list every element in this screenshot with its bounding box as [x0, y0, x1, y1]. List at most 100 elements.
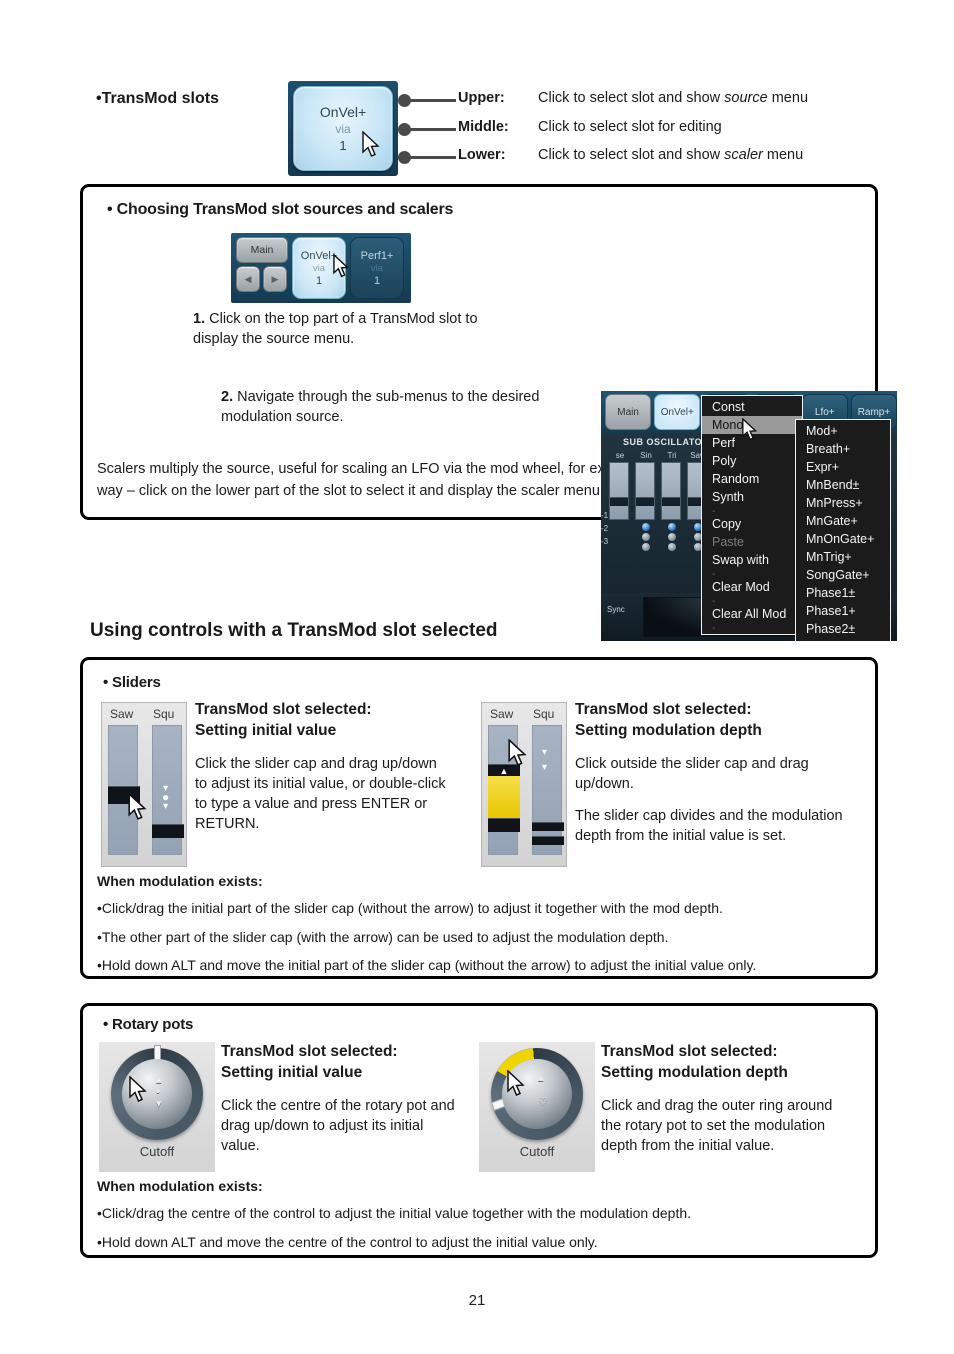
submenu-item-mnongate[interactable]: MnOnGate+ — [796, 530, 890, 548]
slider-track[interactable] — [661, 462, 681, 520]
synth-screenshot: Main OnVel+ Perf1+ Perf2+ Lfo+ Ramp+ SUB… — [601, 391, 897, 641]
sliders-note-3: Hold down ALT and move the initial part … — [97, 957, 872, 975]
mono-submenu[interactable]: Mod+ Breath+ Expr+ MnBend± MnPress+ MnGa… — [795, 419, 891, 641]
slider-track[interactable] — [635, 462, 655, 520]
octave-number-2: -2 — [601, 524, 609, 533]
transmod-slot-strip[interactable]: Main ◀ ▶ OnVel+ via 1 Perf1+ via 1 — [231, 233, 411, 303]
page-number: 21 — [468, 1292, 486, 1309]
sub-osc-slider-sin[interactable]: Sin — [635, 451, 657, 551]
led-off-icon[interactable] — [668, 533, 676, 541]
led-off-icon[interactable] — [642, 533, 650, 541]
sub-osc-slider-tri[interactable]: Tri — [661, 451, 683, 551]
sliders-note-2: The other part of the slider cap (with t… — [97, 929, 872, 947]
menu-item-perf[interactable]: Perf — [702, 434, 802, 452]
transmod-slot-cap[interactable]: OnVel+ via 1 — [293, 86, 393, 171]
rotary-right-head-1: TransMod slot selected: — [601, 1043, 778, 1060]
led-on-icon[interactable] — [668, 523, 676, 531]
strip-slot-onvel[interactable]: OnVel+ via 1 — [292, 237, 350, 299]
menu-item-poly[interactable]: Poly — [702, 452, 802, 470]
source-context-menu[interactable]: Const Mono Perf Poly Random Synth - Copy… — [701, 395, 803, 635]
callout-text-lower: Click to select slot and show scaler men… — [538, 147, 803, 163]
slider-cap-lower-saw[interactable] — [488, 818, 520, 832]
sync-control[interactable]: Sync — [607, 599, 625, 617]
rotary-pots-title: Rotary pots — [103, 1016, 193, 1033]
led-off-icon[interactable] — [642, 543, 650, 551]
slider-cap-squ[interactable] — [152, 824, 184, 838]
callout-label-lower: Lower: — [458, 147, 506, 163]
rotary-left-head-1: TransMod slot selected: — [221, 1043, 398, 1060]
sliders-note-list: Click/drag the initial part of the slide… — [97, 900, 872, 975]
slider-cap[interactable] — [636, 497, 654, 506]
slider-cap-upper-saw[interactable]: ▲ — [488, 764, 520, 776]
menu-separator: - — [712, 506, 716, 517]
menu-separator: - — [712, 569, 716, 580]
submenu-item-phase1p[interactable]: Phase1+ — [796, 602, 890, 620]
sub-osc-slider-se[interactable]: se — [609, 451, 631, 551]
callout-line-lower — [408, 156, 456, 159]
slider-fig-label-saw: Saw — [490, 707, 514, 721]
slider-led-group[interactable] — [661, 523, 683, 551]
strip-slot-1-index: 1 — [373, 274, 381, 287]
submenu-item-expr[interactable]: Expr+ — [796, 458, 890, 476]
sync-label: Sync — [607, 605, 625, 614]
sliders-notes: When modulation exists: Click/drag the i… — [97, 873, 872, 975]
submenu-item-phase1pm[interactable]: Phase1± — [796, 584, 890, 602]
slider-cap[interactable] — [610, 497, 628, 506]
modulation-depth-band[interactable] — [488, 776, 520, 818]
submenu-item-mngate[interactable]: MnGate+ — [796, 512, 890, 530]
led-on-icon[interactable] — [642, 523, 650, 531]
submenu-item-mntrig[interactable]: MnTrig+ — [796, 548, 890, 566]
menu-item-random[interactable]: Random — [702, 470, 802, 488]
pot-label-cutoff: Cutoff — [519, 1144, 555, 1159]
led-off-icon[interactable] — [668, 543, 676, 551]
submenu-item-mnpress[interactable]: MnPress+ — [796, 494, 890, 512]
slider-fig-label-saw: Saw — [110, 707, 134, 721]
rotary-note-list: Click/drag the centre of the control to … — [97, 1205, 872, 1251]
strip-slot-1-via: via — [370, 262, 384, 274]
slider-fig-label-squ: Squ — [533, 707, 555, 721]
menu-item-mono[interactable]: Mono — [702, 416, 802, 434]
mod-arrows-icon: ▾ ▾ — [542, 747, 548, 773]
sliders-left-body: Click the slider cap and drag up/down to… — [195, 754, 450, 834]
transmod-slots-title: TransMod slots — [96, 90, 219, 108]
slider-track-saw[interactable] — [108, 725, 140, 855]
transmod-slot-button[interactable]: OnVel+ via 1 — [288, 81, 398, 176]
next-arrow-icon[interactable]: ▶ — [263, 266, 287, 292]
slider-track-saw[interactable]: ▲ — [488, 725, 520, 855]
slider-cap-squ-1[interactable] — [532, 822, 564, 831]
strip-slot-perf1[interactable]: Perf1+ via 1 — [350, 237, 404, 299]
menu-item-synth[interactable]: Synth — [702, 488, 802, 506]
callout-upper-em: source — [724, 90, 768, 106]
menu-item-swap-with[interactable]: Swap with — [702, 551, 802, 569]
slider-track-squ[interactable]: ▾ ● ▾ — [152, 725, 184, 855]
menu-separator: - — [712, 596, 716, 607]
menu-item-const[interactable]: Const — [702, 398, 802, 416]
submenu-item-phase2p[interactable]: Phase2+ — [796, 638, 890, 641]
screenshot-slot-main[interactable]: Main — [605, 394, 652, 430]
slider-track[interactable] — [609, 462, 629, 520]
submenu-item-mnbend[interactable]: MnBend± — [796, 476, 890, 494]
pot-centre[interactable] — [502, 1059, 572, 1129]
choosing-sources-box: Choosing TransMod slot sources and scale… — [80, 184, 897, 641]
prev-arrow-icon[interactable]: ◀ — [236, 266, 260, 292]
submenu-item-songgate[interactable]: SongGate+ — [796, 566, 890, 584]
step-2-number: 2. — [221, 389, 234, 405]
screenshot-slot-onvel[interactable]: OnVel+ — [654, 394, 701, 430]
slider-cap-saw[interactable] — [108, 786, 140, 804]
menu-item-clear-all-mod[interactable]: Clear All Mod — [702, 605, 802, 623]
sliders-when-mod-exists-label: When modulation exists: — [97, 873, 263, 889]
menu-item-clear-mod[interactable]: Clear Mod — [702, 578, 802, 596]
sliders-left-heading: TransMod slot selected: Setting initial … — [195, 700, 450, 742]
menu-item-copy[interactable]: Copy — [702, 515, 802, 533]
slider-track-squ[interactable]: ▾ ▾ — [532, 725, 564, 855]
slider-cap[interactable] — [662, 497, 680, 506]
main-button[interactable]: Main — [236, 237, 288, 263]
sliders-left-column: TransMod slot selected: Setting initial … — [195, 700, 450, 834]
step-2-text: Navigate through the sub-menus to the de… — [221, 389, 540, 425]
slider-led-group[interactable] — [635, 523, 657, 551]
slider-cap-squ-2[interactable] — [532, 836, 564, 845]
mod-arrows-icon: ▴ ♡ — [538, 1072, 548, 1108]
submenu-item-breath[interactable]: Breath+ — [796, 440, 890, 458]
submenu-item-phase2pm[interactable]: Phase2± — [796, 620, 890, 638]
submenu-item-mod[interactable]: Mod+ — [796, 422, 890, 440]
